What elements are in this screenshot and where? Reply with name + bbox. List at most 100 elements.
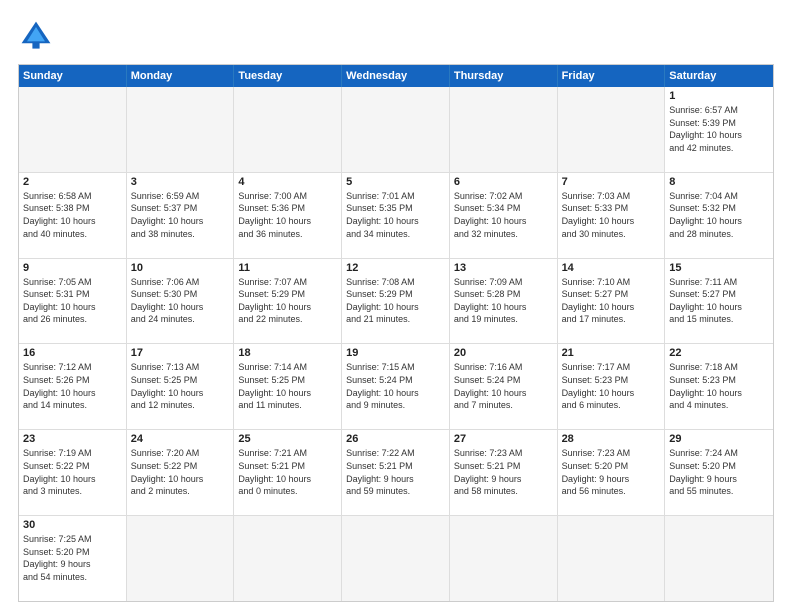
cell-info: Sunrise: 7:22 AM Sunset: 5:21 PM Dayligh… [346,447,445,497]
header-day-wednesday: Wednesday [342,65,450,87]
cell-info: Sunrise: 6:59 AM Sunset: 5:37 PM Dayligh… [131,190,230,240]
header [18,18,774,54]
day-number: 5 [346,176,445,188]
day-number: 6 [454,176,553,188]
calendar-cell: 23 Sunrise: 7:19 AM Sunset: 5:22 PM Dayli… [19,430,127,516]
day-number: 27 [454,433,553,445]
calendar-cell [558,87,666,173]
cell-info: Sunrise: 7:15 AM Sunset: 5:24 PM Dayligh… [346,361,445,411]
day-number: 19 [346,347,445,359]
cell-info: Sunrise: 7:16 AM Sunset: 5:24 PM Dayligh… [454,361,553,411]
calendar-cell: 26 Sunrise: 7:22 AM Sunset: 5:21 PM Dayli… [342,430,450,516]
cell-info: Sunrise: 7:10 AM Sunset: 5:27 PM Dayligh… [562,276,661,326]
calendar-cell [127,87,235,173]
calendar-cell: 1 Sunrise: 6:57 AM Sunset: 5:39 PM Daylig… [665,87,773,173]
day-number: 21 [562,347,661,359]
day-number: 16 [23,347,122,359]
cell-info: Sunrise: 7:14 AM Sunset: 5:25 PM Dayligh… [238,361,337,411]
calendar-body: 1 Sunrise: 6:57 AM Sunset: 5:39 PM Daylig… [19,87,773,601]
header-day-sunday: Sunday [19,65,127,87]
cell-info: Sunrise: 7:23 AM Sunset: 5:21 PM Dayligh… [454,447,553,497]
cell-info: Sunrise: 7:21 AM Sunset: 5:21 PM Dayligh… [238,447,337,497]
day-number: 22 [669,347,769,359]
page: SundayMondayTuesdayWednesdayThursdayFrid… [0,0,792,612]
header-day-monday: Monday [127,65,235,87]
day-number: 25 [238,433,337,445]
logo-icon [18,18,54,54]
calendar-cell: 5Sunrise: 7:01 AM Sunset: 5:35 PM Daylig… [342,173,450,259]
calendar-cell [234,87,342,173]
cell-info: Sunrise: 7:03 AM Sunset: 5:33 PM Dayligh… [562,190,661,240]
calendar-cell: 12 Sunrise: 7:08 AM Sunset: 5:29 PM Dayli… [342,259,450,345]
cell-info: Sunrise: 7:24 AM Sunset: 5:20 PM Dayligh… [669,447,769,497]
calendar-cell [234,516,342,601]
calendar-cell: 8Sunrise: 7:04 AM Sunset: 5:32 PM Daylig… [665,173,773,259]
cell-info: Sunrise: 7:12 AM Sunset: 5:26 PM Dayligh… [23,361,122,411]
calendar-cell: 11 Sunrise: 7:07 AM Sunset: 5:29 PM Dayli… [234,259,342,345]
calendar-cell: 9Sunrise: 7:05 AM Sunset: 5:31 PM Daylig… [19,259,127,345]
day-number: 30 [23,519,122,531]
header-day-friday: Friday [558,65,666,87]
cell-info: Sunrise: 7:07 AM Sunset: 5:29 PM Dayligh… [238,276,337,326]
day-number: 26 [346,433,445,445]
day-number: 28 [562,433,661,445]
cell-info: Sunrise: 7:17 AM Sunset: 5:23 PM Dayligh… [562,361,661,411]
day-number: 12 [346,262,445,274]
cell-info: Sunrise: 7:25 AM Sunset: 5:20 PM Dayligh… [23,533,122,583]
calendar-cell: 6 Sunrise: 7:02 AM Sunset: 5:34 PM Daylig… [450,173,558,259]
header-day-saturday: Saturday [665,65,773,87]
day-number: 17 [131,347,230,359]
cell-info: Sunrise: 7:05 AM Sunset: 5:31 PM Dayligh… [23,276,122,326]
cell-info: Sunrise: 7:02 AM Sunset: 5:34 PM Dayligh… [454,190,553,240]
day-number: 8 [669,176,769,188]
day-number: 15 [669,262,769,274]
cell-info: Sunrise: 7:08 AM Sunset: 5:29 PM Dayligh… [346,276,445,326]
cell-info: Sunrise: 7:11 AM Sunset: 5:27 PM Dayligh… [669,276,769,326]
calendar-cell: 7 Sunrise: 7:03 AM Sunset: 5:33 PM Daylig… [558,173,666,259]
day-number: 1 [669,90,769,102]
cell-info: Sunrise: 7:20 AM Sunset: 5:22 PM Dayligh… [131,447,230,497]
cell-info: Sunrise: 7:23 AM Sunset: 5:20 PM Dayligh… [562,447,661,497]
cell-info: Sunrise: 7:18 AM Sunset: 5:23 PM Dayligh… [669,361,769,411]
calendar-cell: 4Sunrise: 7:00 AM Sunset: 5:36 PM Daylig… [234,173,342,259]
calendar-cell [342,87,450,173]
logo [18,18,60,54]
header-day-thursday: Thursday [450,65,558,87]
day-number: 18 [238,347,337,359]
cell-info: Sunrise: 7:00 AM Sunset: 5:36 PM Dayligh… [238,190,337,240]
cell-info: Sunrise: 6:57 AM Sunset: 5:39 PM Dayligh… [669,104,769,154]
calendar-cell: 27 Sunrise: 7:23 AM Sunset: 5:21 PM Dayli… [450,430,558,516]
calendar-cell: 13Sunrise: 7:09 AM Sunset: 5:28 PM Dayli… [450,259,558,345]
cell-info: Sunrise: 7:09 AM Sunset: 5:28 PM Dayligh… [454,276,553,326]
calendar-cell [19,87,127,173]
day-number: 29 [669,433,769,445]
calendar-cell: 10Sunrise: 7:06 AM Sunset: 5:30 PM Dayli… [127,259,235,345]
calendar-cell [450,87,558,173]
calendar-cell: 28 Sunrise: 7:23 AM Sunset: 5:20 PM Dayli… [558,430,666,516]
calendar-cell [450,516,558,601]
calendar-cell: 21 Sunrise: 7:17 AM Sunset: 5:23 PM Dayli… [558,344,666,430]
calendar-cell: 2Sunrise: 6:58 AM Sunset: 5:38 PM Daylig… [19,173,127,259]
day-number: 14 [562,262,661,274]
calendar: SundayMondayTuesdayWednesdayThursdayFrid… [18,64,774,602]
calendar-cell [558,516,666,601]
calendar-cell [127,516,235,601]
day-number: 24 [131,433,230,445]
calendar-cell: 14 Sunrise: 7:10 AM Sunset: 5:27 PM Dayli… [558,259,666,345]
day-number: 23 [23,433,122,445]
day-number: 11 [238,262,337,274]
calendar-cell: 24 Sunrise: 7:20 AM Sunset: 5:22 PM Dayli… [127,430,235,516]
header-day-tuesday: Tuesday [234,65,342,87]
cell-info: Sunrise: 7:19 AM Sunset: 5:22 PM Dayligh… [23,447,122,497]
day-number: 3 [131,176,230,188]
cell-info: Sunrise: 7:06 AM Sunset: 5:30 PM Dayligh… [131,276,230,326]
calendar-cell: 25 Sunrise: 7:21 AM Sunset: 5:21 PM Dayli… [234,430,342,516]
day-number: 7 [562,176,661,188]
calendar-cell: 19 Sunrise: 7:15 AM Sunset: 5:24 PM Dayli… [342,344,450,430]
calendar-cell: 3 Sunrise: 6:59 AM Sunset: 5:37 PM Daylig… [127,173,235,259]
calendar-header: SundayMondayTuesdayWednesdayThursdayFrid… [19,65,773,87]
calendar-cell: 16 Sunrise: 7:12 AM Sunset: 5:26 PM Dayli… [19,344,127,430]
calendar-cell [665,516,773,601]
calendar-cell: 20Sunrise: 7:16 AM Sunset: 5:24 PM Dayli… [450,344,558,430]
calendar-cell: 17Sunrise: 7:13 AM Sunset: 5:25 PM Dayli… [127,344,235,430]
